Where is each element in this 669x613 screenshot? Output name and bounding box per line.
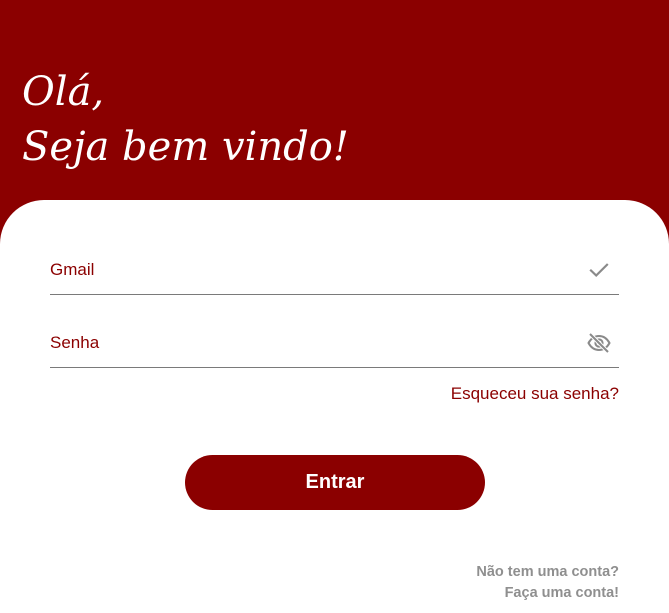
login-button[interactable]: Entrar (185, 455, 485, 510)
header-banner: Olá, Seja bem vindo! (0, 0, 669, 210)
email-field[interactable]: Gmail (50, 250, 619, 295)
greeting-title: Olá, (22, 69, 105, 115)
check-icon (587, 258, 611, 282)
password-field[interactable]: Senha (50, 323, 619, 368)
email-field-label: Gmail (50, 260, 95, 279)
password-field-label: Senha (50, 333, 100, 352)
signup-link[interactable]: Faça uma conta! (476, 583, 619, 604)
greeting-subtitle: Seja bem vindo! (22, 124, 349, 170)
signup-prompt: Não tem uma conta? Faça uma conta! (476, 562, 619, 604)
forgot-password-link[interactable]: Esqueceu sua senha? (451, 384, 619, 404)
eye-off-icon[interactable] (587, 331, 611, 355)
signup-question: Não tem uma conta? (476, 564, 619, 580)
